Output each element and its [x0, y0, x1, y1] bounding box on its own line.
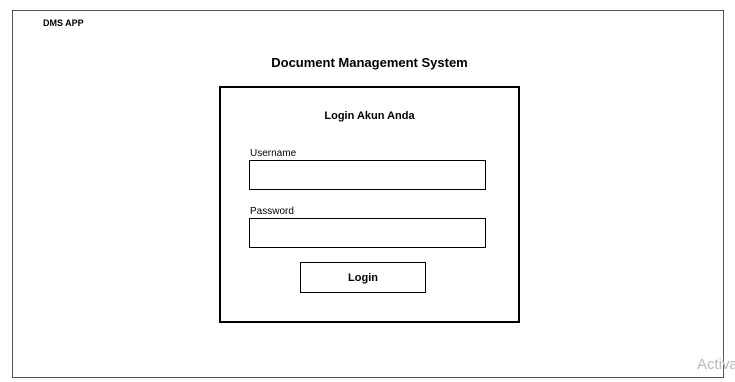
- login-card: Login Akun Anda Username Password Login: [219, 86, 520, 323]
- login-card-title: Login Akun Anda: [324, 110, 415, 122]
- username-input[interactable]: [249, 160, 486, 190]
- username-label: Username: [250, 148, 297, 159]
- activation-watermark: Activa: [697, 356, 735, 373]
- password-input[interactable]: [249, 218, 486, 248]
- password-label: Password: [250, 206, 294, 217]
- login-button[interactable]: Login: [300, 262, 426, 293]
- app-name: DMS APP: [43, 18, 84, 28]
- page-title: Document Management System: [271, 55, 468, 70]
